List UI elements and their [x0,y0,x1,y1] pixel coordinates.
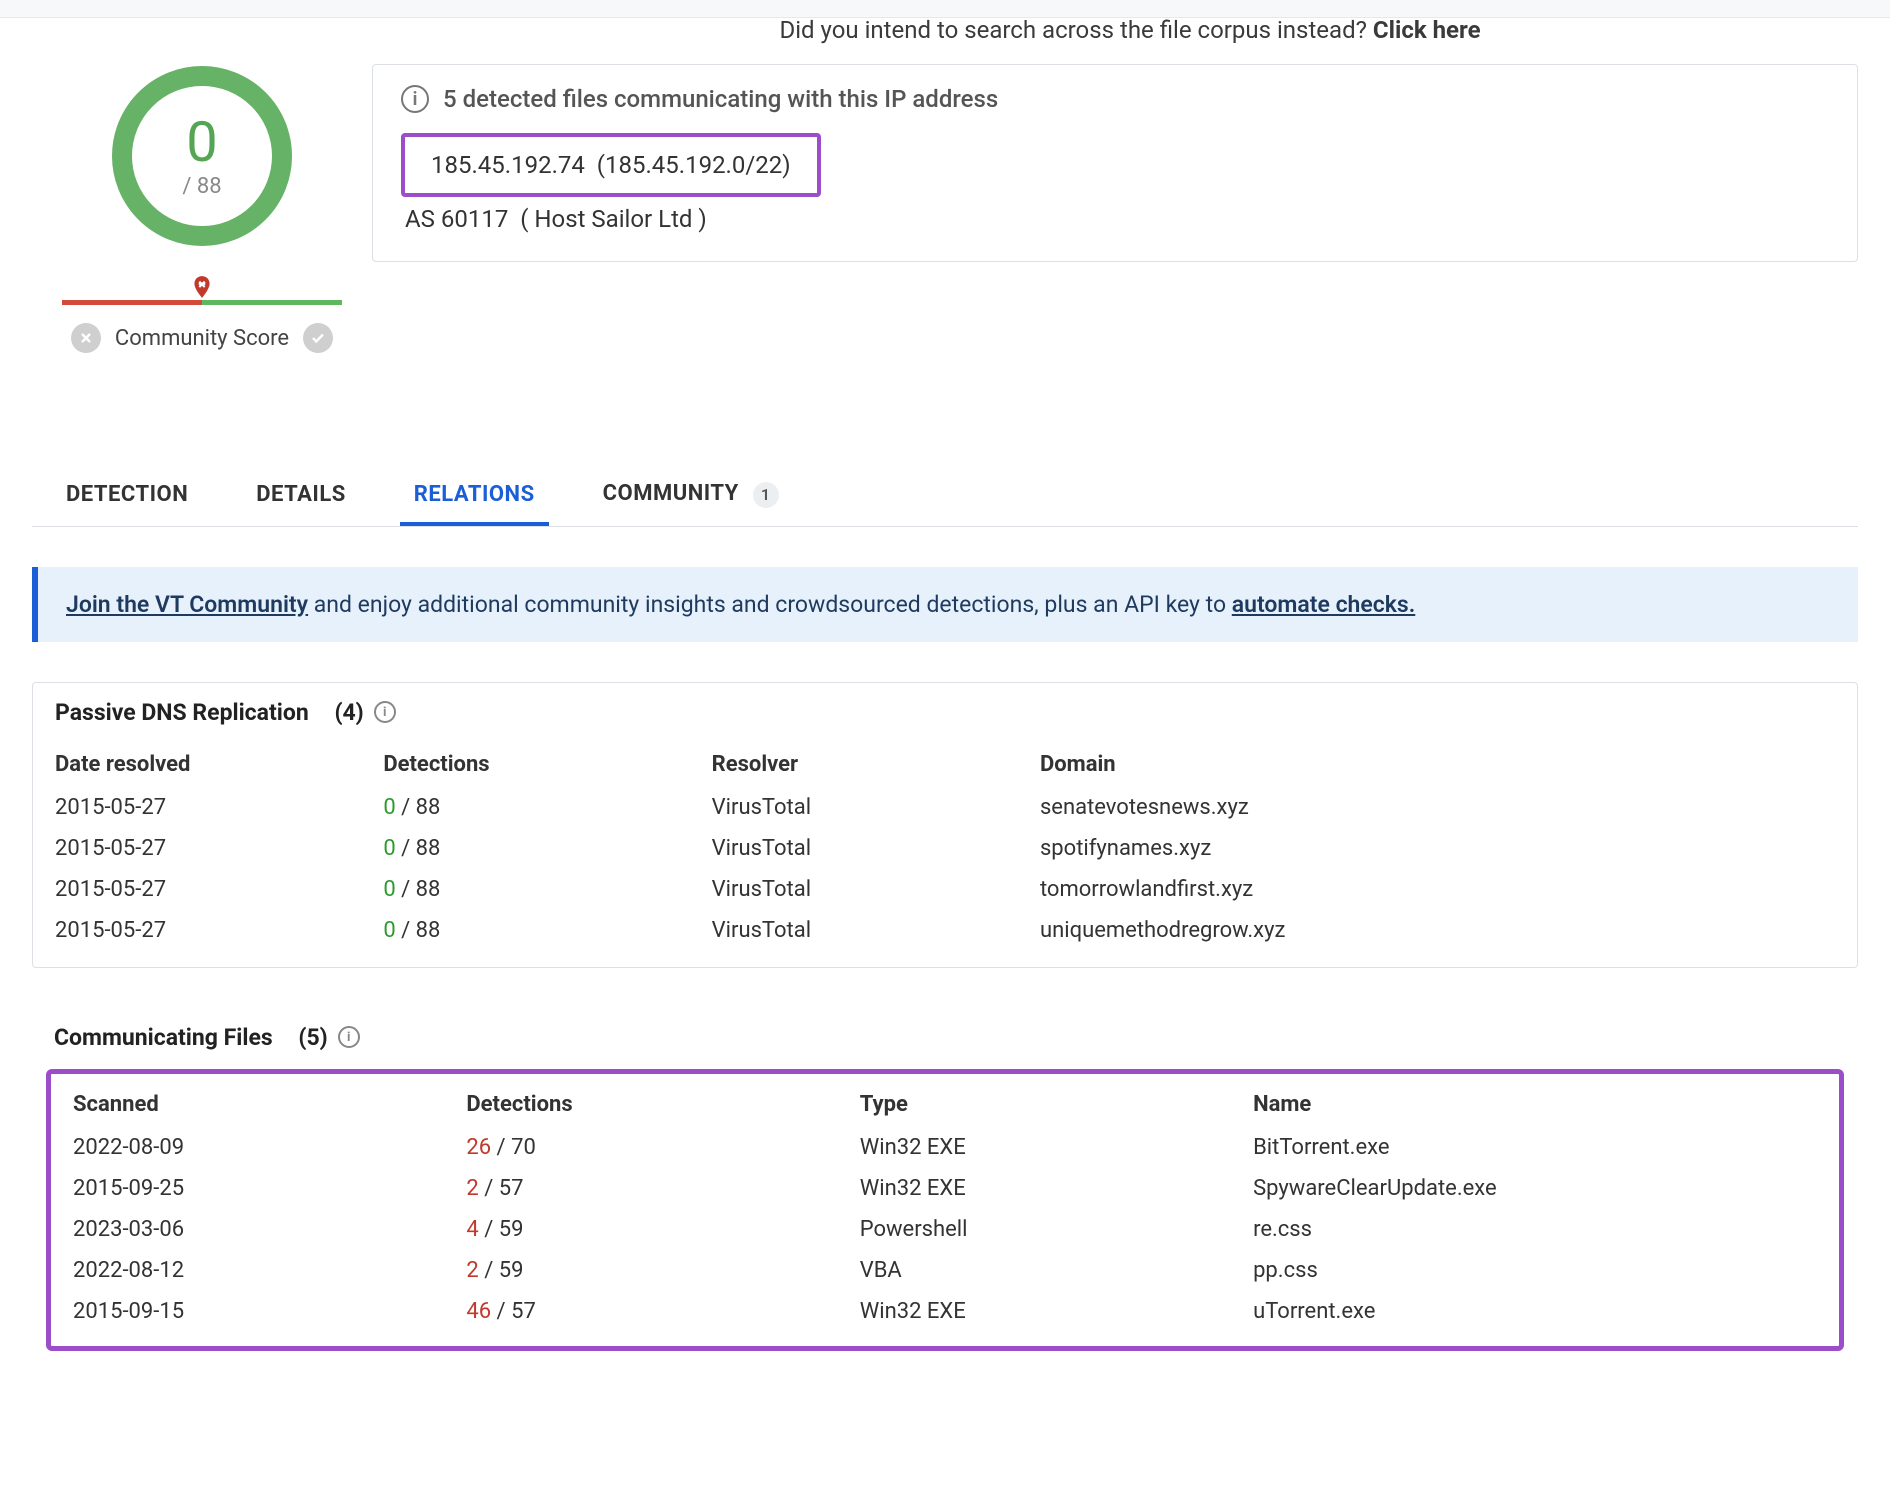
col-scanned: Scanned [51,1084,444,1127]
cell-type: Win32 EXE [838,1168,1231,1209]
gauge-positive [202,300,342,305]
cell-name[interactable]: uTorrent.exe [1231,1291,1839,1332]
detection-score-value: 0 [186,114,217,170]
cell-scanned: 2015-09-25 [51,1168,444,1209]
communicating-files-title: Communicating Files [54,1024,273,1051]
col-name: Name [1231,1084,1839,1127]
table-row: 2022-08-09 26 / 70 Win32 EXE BitTorrent.… [51,1127,1839,1168]
cell-scanned: 2015-09-15 [51,1291,444,1332]
cell-domain[interactable]: spotifynames.xyz [1018,828,1857,869]
table-row: 2015-05-27 0 / 88 VirusTotal tomorrowlan… [33,869,1857,910]
cell-detections: 0 / 88 [361,828,689,869]
col-detections: Detections [444,1084,837,1127]
community-score-label: Community Score [115,326,289,351]
automate-checks-link[interactable]: automate checks. [1232,591,1416,618]
cell-scanned: 2023-03-06 [51,1209,444,1250]
check-icon [303,323,333,353]
cell-detections: 4 / 59 [444,1209,837,1250]
tab-community[interactable]: COMMUNITY 1 [599,463,783,526]
asn-line: AS 60117 ( Host Sailor Ltd ) [401,205,1829,233]
search-hint-link[interactable]: Click here [1373,16,1481,44]
promo-text: and enjoy additional community insights … [308,591,1232,618]
col-detections: Detections [361,744,689,787]
table-row: 2015-09-15 46 / 57 Win32 EXE uTorrent.ex… [51,1291,1839,1332]
gauge-negative [62,300,202,305]
community-score-gauge: Community Score [32,274,372,353]
ip-cidr: (185.45.192.0/22) [597,151,791,179]
info-icon: i [401,85,429,113]
tab-community-badge: 1 [753,482,779,508]
table-row: 2015-09-25 2 / 57 Win32 EXE SpywareClear… [51,1168,1839,1209]
col-domain: Domain [1018,744,1857,787]
tab-relations[interactable]: RELATIONS [410,464,539,525]
asn-name: ( Host Sailor Ltd ) [520,205,707,233]
col-type: Type [838,1084,1231,1127]
table-row: 2015-05-27 0 / 88 VirusTotal spotifyname… [33,828,1857,869]
cell-type: Powershell [838,1209,1231,1250]
col-date-resolved: Date resolved [33,744,361,787]
ip-address-box: 185.45.192.74 (185.45.192.0/22) [401,133,821,197]
cell-name[interactable]: re.css [1231,1209,1839,1250]
cell-scanned: 2022-08-09 [51,1127,444,1168]
table-row: 2015-05-27 0 / 88 VirusTotal uniquemetho… [33,910,1857,951]
cell-detections: 0 / 88 [361,910,689,951]
help-icon[interactable]: i [338,1026,360,1048]
detection-score-total: / 88 [182,174,221,199]
search-hint: Did you intend to search across the file… [370,16,1890,56]
tab-community-label: COMMUNITY [603,481,739,506]
join-community-banner: Join the VT Community and enjoy addition… [32,567,1858,642]
cell-date: 2015-05-27 [33,787,361,828]
passive-dns-table: Date resolved Detections Resolver Domain… [33,744,1857,951]
tab-bar: DETECTION DETAILS RELATIONS COMMUNITY 1 [32,463,1858,527]
cell-date: 2015-05-27 [33,869,361,910]
help-icon[interactable]: i [374,701,396,723]
cell-domain[interactable]: tomorrowlandfirst.xyz [1018,869,1857,910]
cell-domain[interactable]: uniquemethodregrow.xyz [1018,910,1857,951]
table-row: 2015-05-27 0 / 88 VirusTotal senatevotes… [33,787,1857,828]
cell-name[interactable]: SpywareClearUpdate.exe [1231,1168,1839,1209]
table-row: 2022-08-12 2 / 59 VBA pp.css [51,1250,1839,1291]
asn-number: AS 60117 [405,205,508,233]
join-community-link[interactable]: Join the VT Community [66,591,308,618]
cell-resolver: VirusTotal [690,910,1018,951]
communicating-files-table: Scanned Detections Type Name 2022-08-09 … [51,1084,1839,1332]
cell-detections: 2 / 59 [444,1250,837,1291]
cell-scanned: 2022-08-12 [51,1250,444,1291]
table-row: 2023-03-06 4 / 59 Powershell re.css [51,1209,1839,1250]
cell-detections: 46 / 57 [444,1291,837,1332]
tab-detection[interactable]: DETECTION [62,464,192,525]
passive-dns-title: Passive DNS Replication [55,699,309,726]
search-hint-text: Did you intend to search across the file… [779,16,1367,44]
score-column: 0 / 88 [32,56,372,353]
x-icon [71,323,101,353]
ip-info-panel: i 5 detected files communicating with th… [372,64,1858,262]
cell-detections: 26 / 70 [444,1127,837,1168]
passive-dns-section: Passive DNS Replication (4) i Date resol… [32,682,1858,968]
passive-dns-count: (4) [334,699,363,726]
communicating-files-section: Communicating Files (5) i Scanned Detect… [32,1008,1858,1351]
cell-name[interactable]: pp.css [1231,1250,1839,1291]
cell-domain[interactable]: senatevotesnews.xyz [1018,787,1857,828]
communicating-files-highlight: Scanned Detections Type Name 2022-08-09 … [46,1069,1844,1351]
communicating-files-count: (5) [298,1024,327,1051]
summary-header: 0 / 88 [32,56,1858,353]
cell-type: Win32 EXE [838,1127,1231,1168]
map-pin-icon [189,274,215,300]
cell-detections: 2 / 57 [444,1168,837,1209]
detection-score-ring: 0 / 88 [112,66,292,246]
cell-type: Win32 EXE [838,1291,1231,1332]
cell-name[interactable]: BitTorrent.exe [1231,1127,1839,1168]
cell-resolver: VirusTotal [690,828,1018,869]
cell-type: VBA [838,1250,1231,1291]
cell-detections: 0 / 88 [361,787,689,828]
cell-detections: 0 / 88 [361,869,689,910]
cell-resolver: VirusTotal [690,869,1018,910]
cell-date: 2015-05-27 [33,910,361,951]
cell-resolver: VirusTotal [690,787,1018,828]
tab-details[interactable]: DETAILS [252,464,350,525]
cell-date: 2015-05-27 [33,828,361,869]
info-notice-text: 5 detected files communicating with this… [443,85,998,113]
ip-address: 185.45.192.74 [431,151,585,179]
col-resolver: Resolver [690,744,1018,787]
